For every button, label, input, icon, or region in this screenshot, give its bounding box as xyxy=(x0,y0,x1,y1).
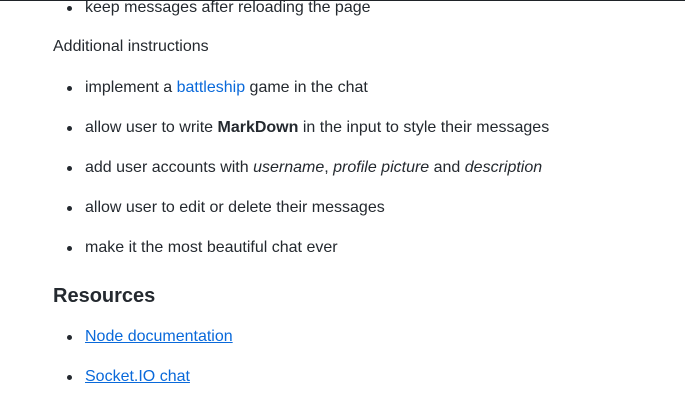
profile-picture-emphasis: profile picture xyxy=(333,159,430,176)
markdown-strong: MarkDown xyxy=(217,119,299,136)
battleship-link[interactable]: battleship xyxy=(177,79,246,96)
bullet-icon xyxy=(67,86,72,91)
list-item-text-after: in the input to style their messages xyxy=(298,119,550,136)
node-documentation-link[interactable]: Node documentation xyxy=(85,328,233,345)
separator-text: and xyxy=(429,159,465,176)
separator-text: , xyxy=(324,159,334,176)
list-item: Socket.IO chat xyxy=(53,367,233,407)
list-item-text-before: add user accounts with xyxy=(85,159,254,176)
list-item-text: make it the most beautiful chat ever xyxy=(85,239,338,256)
list-item-text-before: implement a xyxy=(85,79,177,96)
bullet-icon xyxy=(67,246,72,251)
list-item-text: allow user to edit or delete their messa… xyxy=(85,199,385,216)
list-item: make it the most beautiful chat ever xyxy=(53,238,549,278)
list-item: allow user to write MarkDown in the inpu… xyxy=(53,118,549,158)
bullet-icon xyxy=(67,6,72,11)
additional-instructions-list: implement a battleship game in the chat … xyxy=(53,78,549,278)
list-item: implement a battleship game in the chat xyxy=(53,78,549,118)
bullet-icon xyxy=(67,126,72,131)
resources-heading: Resources xyxy=(53,285,156,307)
bullet-icon xyxy=(67,166,72,171)
username-emphasis: username xyxy=(253,159,325,176)
additional-instructions-label: Additional instructions xyxy=(53,38,209,55)
list-item-text: keep messages after reloading the page xyxy=(85,0,371,16)
requirements-list: keep messages after reloading the page xyxy=(53,0,371,38)
bullet-icon xyxy=(67,206,72,211)
list-item: add user accounts with username, profile… xyxy=(53,158,549,198)
socketio-chat-link[interactable]: Socket.IO chat xyxy=(85,368,190,385)
list-item: allow user to edit or delete their messa… xyxy=(53,198,549,238)
list-item: keep messages after reloading the page xyxy=(53,0,371,38)
list-item: Node documentation xyxy=(53,327,233,367)
description-emphasis: description xyxy=(464,159,543,176)
list-item-text-before: allow user to write xyxy=(85,119,218,136)
bullet-icon xyxy=(67,375,72,380)
list-item-text-after: game in the chat xyxy=(245,79,368,96)
bullet-icon xyxy=(67,335,72,340)
resources-list: Node documentation Socket.IO chat xyxy=(53,327,233,407)
